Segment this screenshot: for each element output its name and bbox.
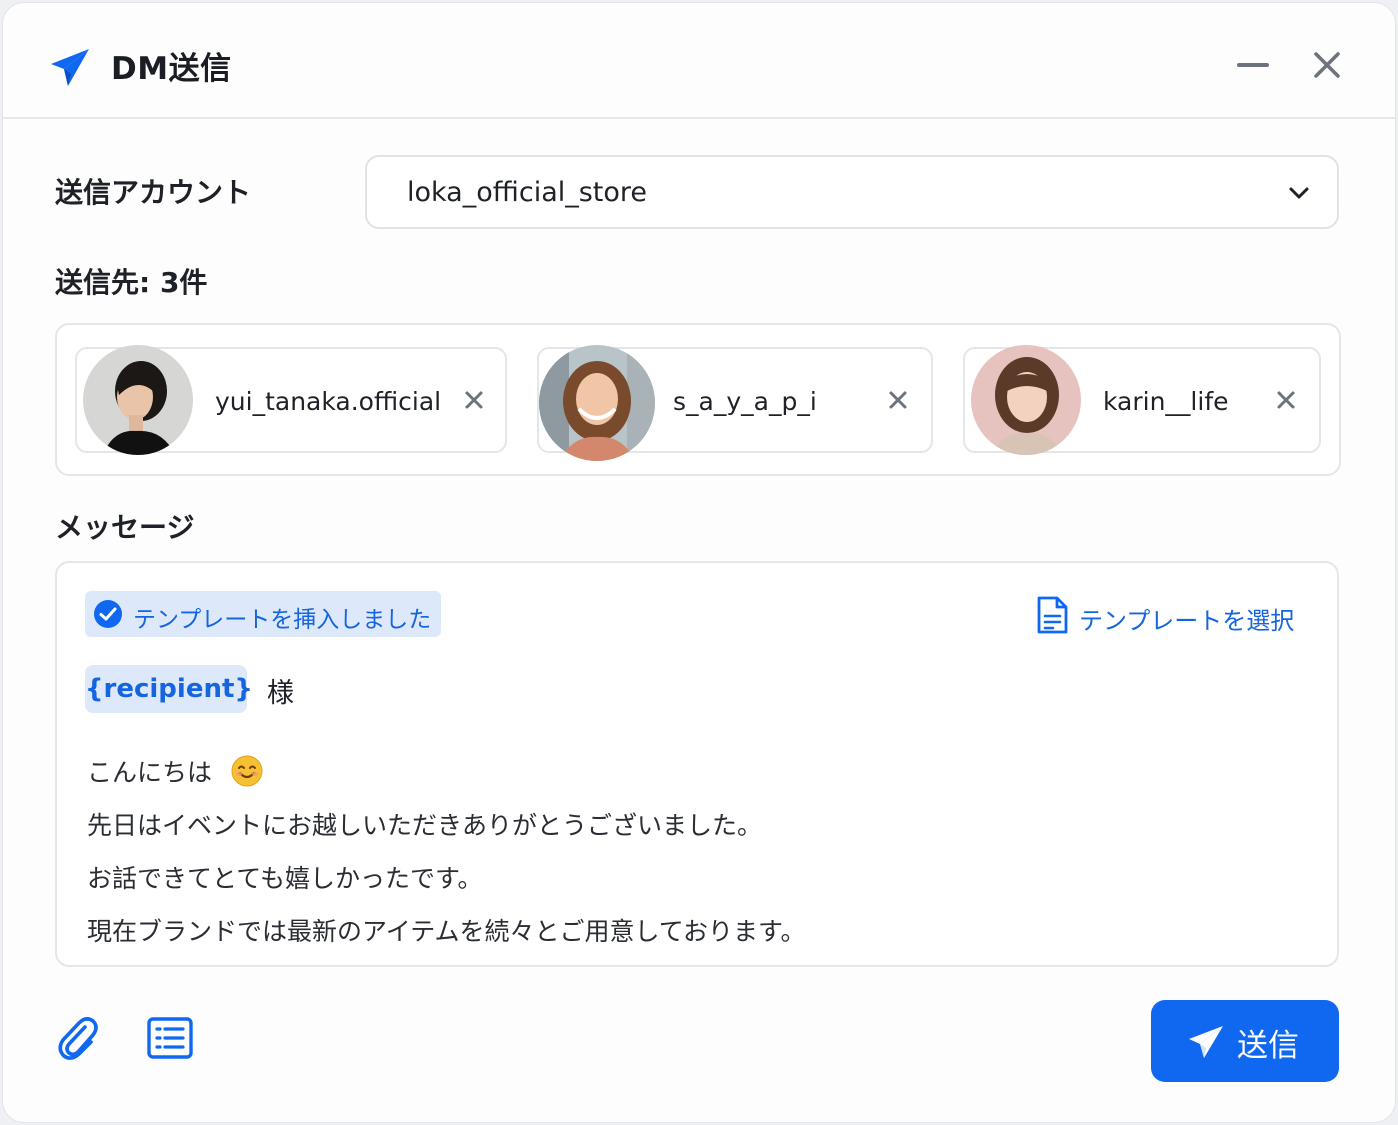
account-select-value: loka_official_store bbox=[407, 177, 648, 208]
document-icon bbox=[1037, 596, 1068, 634]
message-line: こんにちは bbox=[87, 758, 213, 787]
recipient-variable-tag[interactable]: {recipient} bbox=[85, 665, 253, 713]
close-button[interactable] bbox=[1305, 43, 1349, 87]
account-label: 送信アカウント bbox=[55, 176, 252, 209]
avatar bbox=[539, 345, 655, 461]
message-line: お話できてとても嬉しかったです。 bbox=[87, 864, 483, 893]
recipient-chip: yui_tanaka.official bbox=[75, 345, 507, 455]
title-bar: DM送信 bbox=[3, 3, 1395, 119]
paperclip-icon[interactable] bbox=[55, 1013, 101, 1061]
message-editor[interactable]: テンプレートを挿入しました テンプレートを選択 {recipient} 様 こん… bbox=[55, 561, 1339, 967]
dm-dialog: DM送信 送信アカウント loka_official_store 送信先: 3件 bbox=[2, 2, 1396, 1123]
recipient-name: yui_tanaka.official bbox=[215, 387, 442, 416]
smiling-face-emoji bbox=[231, 755, 263, 787]
list-icon[interactable] bbox=[147, 1017, 193, 1059]
recipient-chip: s_a_y_a_p_i bbox=[537, 345, 933, 461]
select-template-button[interactable]: テンプレートを選択 bbox=[1031, 593, 1311, 637]
recipients-label: 送信先: 3件 bbox=[55, 266, 208, 299]
honorific-text: 様 bbox=[267, 678, 294, 709]
minimize-icon bbox=[1237, 63, 1269, 67]
select-template-label: テンプレートを選択 bbox=[1079, 607, 1295, 635]
template-inserted-text: テンプレートを挿入しました bbox=[133, 607, 432, 633]
recipient-name: karin__life bbox=[1103, 387, 1229, 416]
avatar bbox=[83, 345, 193, 455]
template-inserted-notice: テンプレートを挿入しました bbox=[85, 591, 441, 637]
send-button[interactable]: 送信 bbox=[1151, 1000, 1339, 1082]
message-line: 現在ブランドでは最新のアイテムを続々とご用意しております。 bbox=[87, 917, 806, 946]
recipients-list: yui_tanaka.official s_a_y_a_p_i karin__l… bbox=[55, 323, 1341, 476]
x-icon[interactable] bbox=[887, 389, 909, 411]
x-icon[interactable] bbox=[1275, 389, 1297, 411]
minimize-button[interactable] bbox=[1231, 43, 1275, 87]
paper-plane-icon bbox=[51, 49, 89, 86]
message-label: メッセージ bbox=[55, 511, 195, 544]
send-button-label: 送信 bbox=[1237, 1028, 1299, 1064]
chevron-down-icon bbox=[1289, 187, 1309, 199]
avatar bbox=[971, 345, 1081, 455]
paper-plane-icon bbox=[1189, 1026, 1223, 1058]
account-select[interactable]: loka_official_store bbox=[365, 155, 1339, 229]
close-icon bbox=[1314, 52, 1340, 78]
check-circle-icon bbox=[94, 600, 122, 628]
message-line: 先日はイベントにお越しいただきありがとうございました。 bbox=[87, 811, 763, 840]
window-title: DM送信 bbox=[111, 51, 232, 87]
x-icon[interactable] bbox=[463, 389, 485, 411]
recipient-chip: karin__life bbox=[963, 345, 1321, 455]
recipient-name: s_a_y_a_p_i bbox=[673, 387, 817, 416]
